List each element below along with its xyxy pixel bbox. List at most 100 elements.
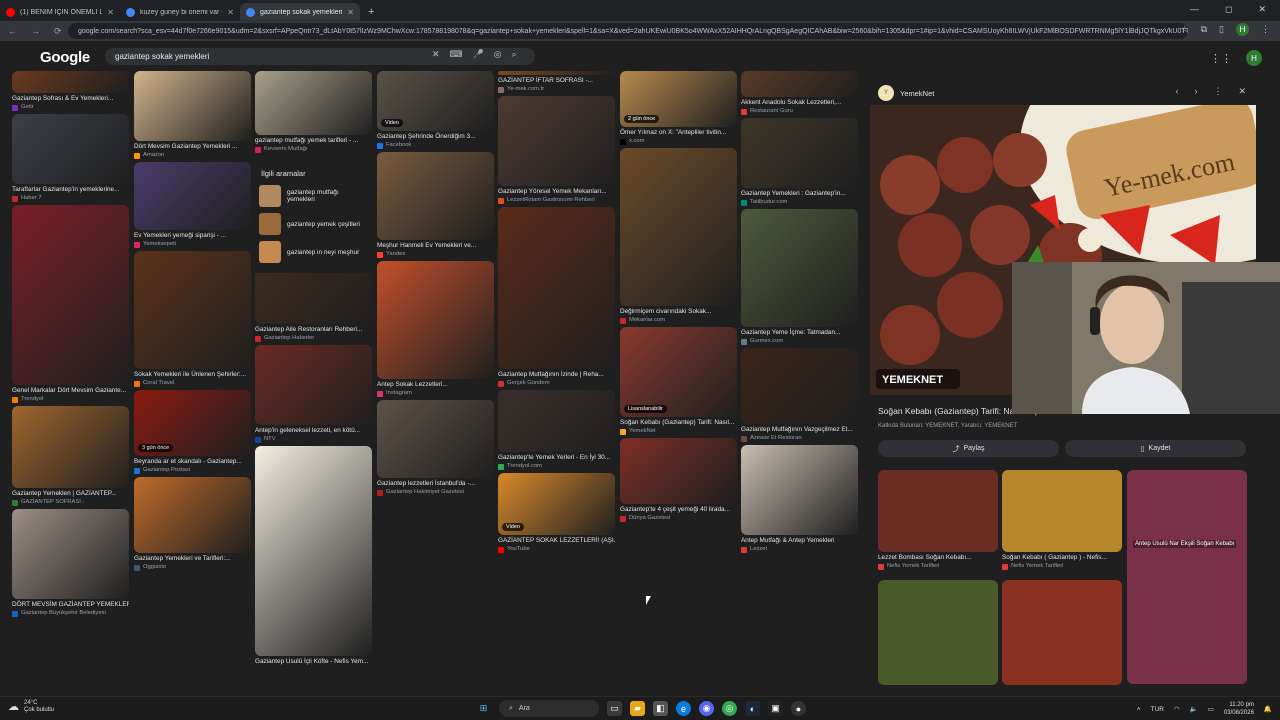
extensions-icon[interactable]: ⧉ — [1201, 24, 1207, 35]
browser-tab-google-1[interactable]: kuzey guney bi onemi var - Go... ✕ — [120, 3, 240, 21]
store-icon[interactable]: ◧ — [653, 701, 668, 716]
wifi-icon[interactable]: ◠ — [1174, 705, 1180, 713]
notifications-icon[interactable]: 🔔 — [1264, 705, 1272, 713]
related-image-card[interactable] — [878, 580, 998, 685]
result-title: Antep Mutfağı & Antep Yemekleri — [741, 537, 835, 544]
close-tab-icon[interactable]: ✕ — [107, 8, 114, 17]
next-icon[interactable]: › — [1194, 86, 1197, 97]
image-result-card[interactable]: gaziantep mutfağı yemek tarifleri - ... K… — [255, 71, 372, 154]
recording-app-icon[interactable]: ● — [791, 701, 806, 716]
preview-source[interactable]: Y YemekNet — [878, 85, 934, 101]
battery-icon[interactable]: ▭ — [1208, 705, 1214, 713]
image-result-card[interactable]: DÖRT MEVSİM GAZİANTEP YEMEKLER... Gaziant… — [12, 509, 129, 618]
image-result-card[interactable]: Meşhur Hanmeli Ev Yemekleri ve... Yandex — [377, 152, 494, 259]
image-result-card[interactable]: Gaziantep Mutfağının Vazgeçilmez Et... Az… — [741, 348, 858, 443]
image-result-card[interactable]: Video Gaziantep Şehrinde Önerdiğim 3... Fa… — [377, 71, 494, 150]
image-result-card[interactable]: Gaziantep Yemekleri : Gaziantep'in... Tat… — [741, 118, 858, 207]
share-button[interactable]: ⤴ Paylaş — [878, 440, 1059, 457]
image-result-card[interactable]: Gaziantep Sofrası & Ev Yemekleri... Getir — [12, 71, 129, 112]
volume-icon[interactable]: 🔈 — [1190, 705, 1198, 713]
reload-icon[interactable]: ⟳ — [54, 26, 62, 37]
image-result-card[interactable]: Antep Sokak Lezzetleri... Instagram — [377, 261, 494, 398]
related-search-item[interactable]: gaziantep in neyi meşhur — [255, 238, 372, 266]
image-result-card[interactable]: 2 gün önce Ömer Yılmaz on X: "Antepliler … — [620, 71, 737, 146]
image-result-card[interactable]: Gaziantep Yemekleri | GAZİANTEP... GAZİAN… — [12, 406, 129, 507]
browser-tab-youtube[interactable]: (1) BENİM İÇİN ÖNEMLİ LANI !!! ✕ — [0, 3, 120, 21]
profile-avatar[interactable]: H — [1236, 23, 1249, 36]
game-app-icon[interactable]: ▣ — [768, 701, 783, 716]
browser-tab-google-active[interactable]: gaziantep sokak yemekleri - Go... ✕ — [240, 3, 360, 21]
chevron-up-icon[interactable]: ˄ — [1137, 706, 1141, 713]
new-tab-button[interactable]: + — [360, 3, 382, 21]
browser-menu-icon[interactable]: ⋮ — [1261, 24, 1270, 35]
image-result-card[interactable]: Gaziantep'te Yemek Yerleri - En İyi 30..… — [498, 390, 615, 471]
image-result-card[interactable]: GAZİANTEP İFTAR SOFRASI -... Ye-mek.com.t… — [498, 71, 615, 94]
close-tab-icon[interactable]: ✕ — [347, 8, 354, 17]
image-result-card[interactable]: Akkent Anadolu Sokak Lezzetleri,... Resta… — [741, 71, 858, 116]
file-explorer-icon[interactable]: ▰ — [630, 701, 645, 716]
image-result-card[interactable]: Gaziantep Yemekleri ve Tarifleri:... Oggu… — [134, 477, 251, 572]
related-image-card[interactable]: Soğan Kebabı ( Gaziantep ) - Nefis... Ne… — [1002, 470, 1122, 571]
related-search-item[interactable]: gaziantep mutfağı yemekleri — [255, 182, 372, 210]
weather-widget[interactable]: ☁ 24°C Çok bulutlu — [8, 700, 54, 714]
image-result-card[interactable]: Gaziantep Yeme İçme: Tatmadan... Gurmex.c… — [741, 209, 858, 346]
keyboard-icon[interactable]: ⌨ — [450, 49, 463, 60]
image-result-card[interactable]: Gaziantep Aile Restoranları Rehberi... Ga… — [255, 266, 372, 343]
close-tab-icon[interactable]: ✕ — [227, 8, 234, 17]
image-result-card[interactable]: Gaziantep Usulü İçli Köfte - Nefis Yem..… — [255, 446, 372, 666]
minimize-button[interactable]: — — [1190, 4, 1199, 15]
discord-icon[interactable]: ◉ — [699, 701, 714, 716]
forward-icon[interactable]: → — [31, 26, 40, 36]
image-result-card[interactable]: Taraftarlar Gaziantep'in yemeklerine... H… — [12, 114, 129, 203]
lens-icon[interactable]: ◎ — [494, 49, 502, 60]
more-icon[interactable]: ⋮ — [1213, 86, 1222, 97]
image-result-card[interactable]: 3 gün önce Beyranda ar et skandalı - Gazi… — [134, 390, 251, 475]
related-image-card[interactable]: Antep Usulü Nar Ekşili Soğan Kebabı — [1127, 470, 1247, 684]
clear-icon[interactable]: ✕ — [432, 49, 440, 60]
image-result-card[interactable]: Gaziantep Mutfağının İzinde | Reha... Ger… — [498, 207, 615, 388]
back-icon[interactable]: ← — [8, 26, 17, 36]
result-source: YouTube — [498, 545, 615, 554]
image-result-card[interactable]: Antep Mutfağı & Antep Yemekleri Lezzet — [741, 445, 858, 554]
image-result-card[interactable]: Genel Markalar Dört Mevsim Gaziante... Tr… — [12, 205, 129, 404]
result-image — [498, 71, 615, 75]
image-result-card[interactable]: Ev Yemekleri yemeği siparişi - ... Yemeks… — [134, 162, 251, 249]
image-result-card[interactable]: Antep'in geleneksel lezzeti, en kötü... N… — [255, 345, 372, 444]
windows-taskbar: ☁ 24°C Çok bulutlu ⊞ ⌕ Ara ▭ ▰ ◧ e ◉ ◎ ◐… — [0, 696, 1280, 720]
image-result-card[interactable]: Video GAZİANTEP SOKAK LEZZETLERİ! (AŞI...… — [498, 473, 615, 554]
language-indicator[interactable]: TUR — [1151, 706, 1164, 713]
taskbar-search[interactable]: ⌕ Ara — [499, 700, 599, 717]
close-window-button[interactable]: ✕ — [1258, 4, 1266, 15]
related-search-item[interactable]: gaziantep yemek çeşitleri — [255, 210, 372, 238]
task-view-icon[interactable]: ▭ — [607, 701, 622, 716]
related-image-card[interactable] — [1002, 580, 1122, 685]
chrome-icon[interactable]: ◎ — [722, 701, 737, 716]
prev-icon[interactable]: ‹ — [1175, 86, 1178, 97]
apps-grid-icon[interactable]: ⋮⋮ — [1210, 52, 1232, 65]
address-bar[interactable]: google.com/search?sca_esv=44d7f0e7266e90… — [68, 23, 1188, 39]
maximize-button[interactable]: ◻ — [1225, 4, 1232, 15]
image-result-card[interactable]: Gaziantep lezzetleri İstanbul'da -... Gaz… — [377, 400, 494, 497]
source-favicon-icon — [741, 546, 747, 553]
mic-icon[interactable]: 🎤 — [473, 49, 484, 60]
clock[interactable]: 11:20 pm 03/08/2026 — [1224, 701, 1254, 717]
image-result-card[interactable]: Değirmiçem civarındaki Sokak... Mekanlar.… — [620, 148, 737, 325]
edge-icon[interactable]: e — [676, 701, 691, 716]
save-button[interactable]: ▯ Kaydet — [1065, 440, 1246, 457]
taskbar-search-placeholder: Ara — [518, 705, 530, 712]
image-result-card[interactable]: Sokak Yemekleri ile Ünlenen Şehirler:...… — [134, 251, 251, 388]
result-image — [12, 509, 129, 599]
google-logo[interactable]: Google — [40, 49, 90, 66]
image-result-card[interactable]: Gaziantep'te 4 çeşit yemeği 40 lirada...… — [620, 438, 737, 523]
sidebar-icon[interactable]: ▯ — [1219, 24, 1224, 35]
steam-icon[interactable]: ◐ — [745, 701, 760, 716]
image-result-card[interactable]: Gaziantep Yöresel Yemek Mekanları... Lezz… — [498, 96, 615, 205]
close-icon[interactable]: ✕ — [1238, 86, 1246, 97]
search-icon[interactable]: ⌕ — [512, 49, 517, 60]
image-result-card[interactable]: Lisanslanabilir Soğan Kebabı (Gaziantep) … — [620, 327, 737, 436]
related-image-card[interactable]: Lezzet Bombası Soğan Kebabı... Nefis Yem… — [878, 470, 998, 571]
account-avatar[interactable]: H — [1246, 50, 1262, 66]
start-windows-icon[interactable]: ⊞ — [476, 701, 491, 716]
bookmark-star-icon[interactable]: ☆ — [1181, 24, 1189, 35]
image-result-card[interactable]: Dört Mevsim Gaziantep Yemekleri ... Amazo… — [134, 71, 251, 160]
